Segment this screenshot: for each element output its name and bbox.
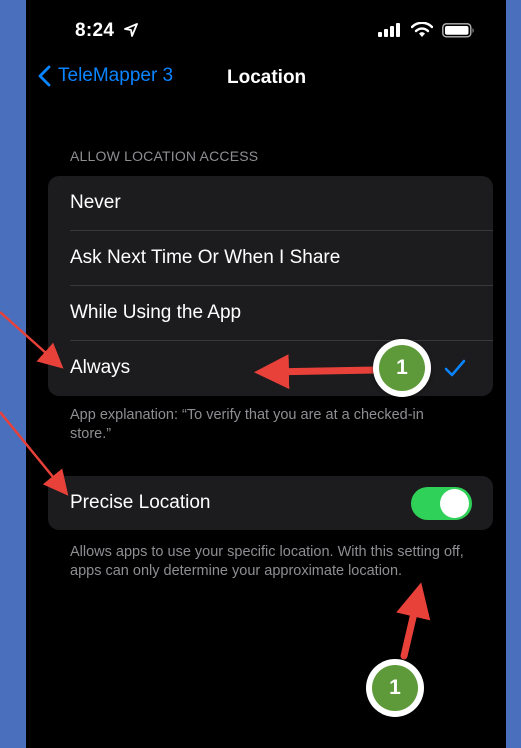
app-explanation: App explanation: “To verify that you are… bbox=[70, 407, 424, 442]
badge-number: 1 bbox=[372, 665, 418, 711]
option-label: Never bbox=[70, 192, 121, 213]
back-button[interactable]: TeleMapper 3 bbox=[38, 65, 173, 87]
badge-number: 1 bbox=[379, 345, 425, 391]
toggle-knob bbox=[440, 489, 469, 518]
page-title: Location bbox=[227, 67, 307, 88]
location-arrow-icon bbox=[124, 23, 138, 37]
annotation-badge: 1 bbox=[373, 339, 431, 397]
option-label: Always bbox=[70, 357, 131, 378]
precise-location-row: Precise Location bbox=[48, 476, 493, 530]
battery-icon bbox=[442, 23, 476, 43]
precise-location-footer: Allows apps to use your specific locatio… bbox=[70, 544, 464, 579]
option-while-using[interactable]: While Using the App bbox=[48, 286, 493, 341]
option-label: Ask Next Time Or When I Share bbox=[70, 247, 341, 268]
option-never[interactable]: Never bbox=[48, 176, 493, 231]
chevron-left-icon bbox=[38, 65, 51, 87]
status-time: 8:24 bbox=[75, 20, 115, 41]
option-label: While Using the App bbox=[70, 302, 242, 323]
option-ask-next-time[interactable]: Ask Next Time Or When I Share bbox=[48, 231, 493, 286]
navigation-bar: TeleMapper 3 Location bbox=[26, 60, 506, 100]
precise-location-label: Precise Location bbox=[70, 492, 211, 513]
section-header: ALLOW LOCATION ACCESS bbox=[70, 148, 259, 164]
precise-location-toggle[interactable] bbox=[411, 487, 472, 520]
phone-screen: 8:24 TeleMapper 3 Location ALLOW LOCATIO… bbox=[26, 0, 506, 748]
back-button-label: TeleMapper 3 bbox=[58, 65, 174, 86]
annotation-badge: 1 bbox=[366, 659, 424, 717]
cellular-signal-icon bbox=[378, 23, 402, 42]
status-bar: 8:24 bbox=[26, 0, 506, 60]
wifi-icon bbox=[410, 21, 434, 43]
checkmark-icon bbox=[444, 359, 466, 383]
